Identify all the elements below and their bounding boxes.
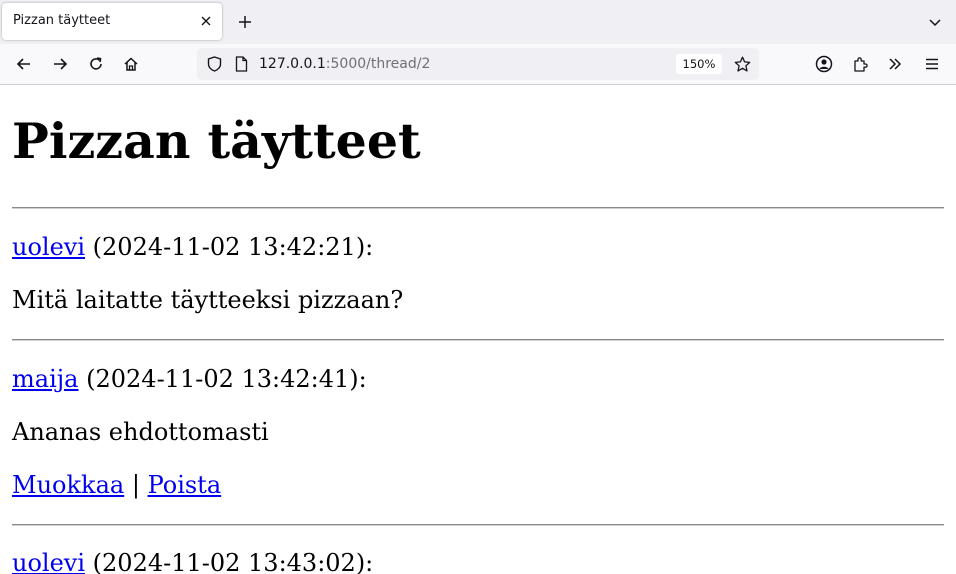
- back-arrow-icon[interactable]: [12, 52, 36, 76]
- divider: [12, 207, 944, 209]
- action-separator: |: [131, 471, 140, 499]
- message-header: uolevi (2024-11-02 13:43:02):: [12, 548, 373, 574]
- message-content: Ananas ehdottomasti: [12, 418, 269, 446]
- close-icon[interactable]: [196, 11, 216, 31]
- shield-icon[interactable]: [203, 53, 225, 75]
- home-icon[interactable]: [119, 52, 143, 76]
- message-actions: Muokkaa | Poista: [12, 470, 221, 500]
- url-path: :5000/thread/2: [325, 56, 431, 72]
- zoom-badge[interactable]: 150%: [676, 54, 722, 74]
- url-bar[interactable]: 127.0.0.1:5000/thread/2 150%: [197, 48, 759, 80]
- message-timestamp: (2024-11-02 13:43:02):: [85, 549, 374, 574]
- page-icon[interactable]: [231, 53, 251, 75]
- message-timestamp: (2024-11-02 13:42:21):: [85, 233, 374, 261]
- edit-link[interactable]: Muokkaa: [12, 471, 124, 499]
- extensions-icon[interactable]: [848, 52, 872, 76]
- browser-tab[interactable]: Pizzan täytteet: [2, 3, 222, 40]
- chevron-down-icon[interactable]: [924, 11, 946, 33]
- user-link[interactable]: maija: [12, 365, 79, 393]
- nav-toolbar: 127.0.0.1:5000/thread/2 150%: [0, 44, 956, 85]
- message-header: maija (2024-11-02 13:42:41):: [12, 364, 367, 394]
- tab-strip: Pizzan täytteet: [0, 0, 956, 44]
- menu-icon[interactable]: [920, 52, 944, 76]
- url-text[interactable]: 127.0.0.1:5000/thread/2: [259, 56, 430, 72]
- page-content: Pizzan täytteet uolevi (2024-11-02 13:42…: [0, 85, 956, 574]
- forward-arrow-icon[interactable]: [48, 52, 72, 76]
- overflow-icon[interactable]: [883, 52, 907, 76]
- account-icon[interactable]: [812, 52, 836, 76]
- divider: [12, 524, 944, 526]
- message-header: uolevi (2024-11-02 13:42:21):: [12, 232, 373, 262]
- reload-icon[interactable]: [84, 52, 108, 76]
- star-icon[interactable]: [731, 53, 753, 75]
- divider: [12, 339, 944, 341]
- url-host: 127.0.0.1: [259, 56, 326, 72]
- page-title: Pizzan täytteet: [12, 112, 421, 170]
- plus-icon[interactable]: [234, 11, 256, 33]
- tab-title: Pizzan täytteet: [13, 13, 111, 28]
- message-timestamp: (2024-11-02 13:42:41):: [78, 365, 367, 393]
- user-link[interactable]: uolevi: [12, 549, 85, 574]
- message-content: Mitä laitatte täytteeksi pizzaan?: [12, 286, 404, 314]
- user-link[interactable]: uolevi: [12, 233, 85, 261]
- delete-link[interactable]: Poista: [148, 471, 222, 499]
